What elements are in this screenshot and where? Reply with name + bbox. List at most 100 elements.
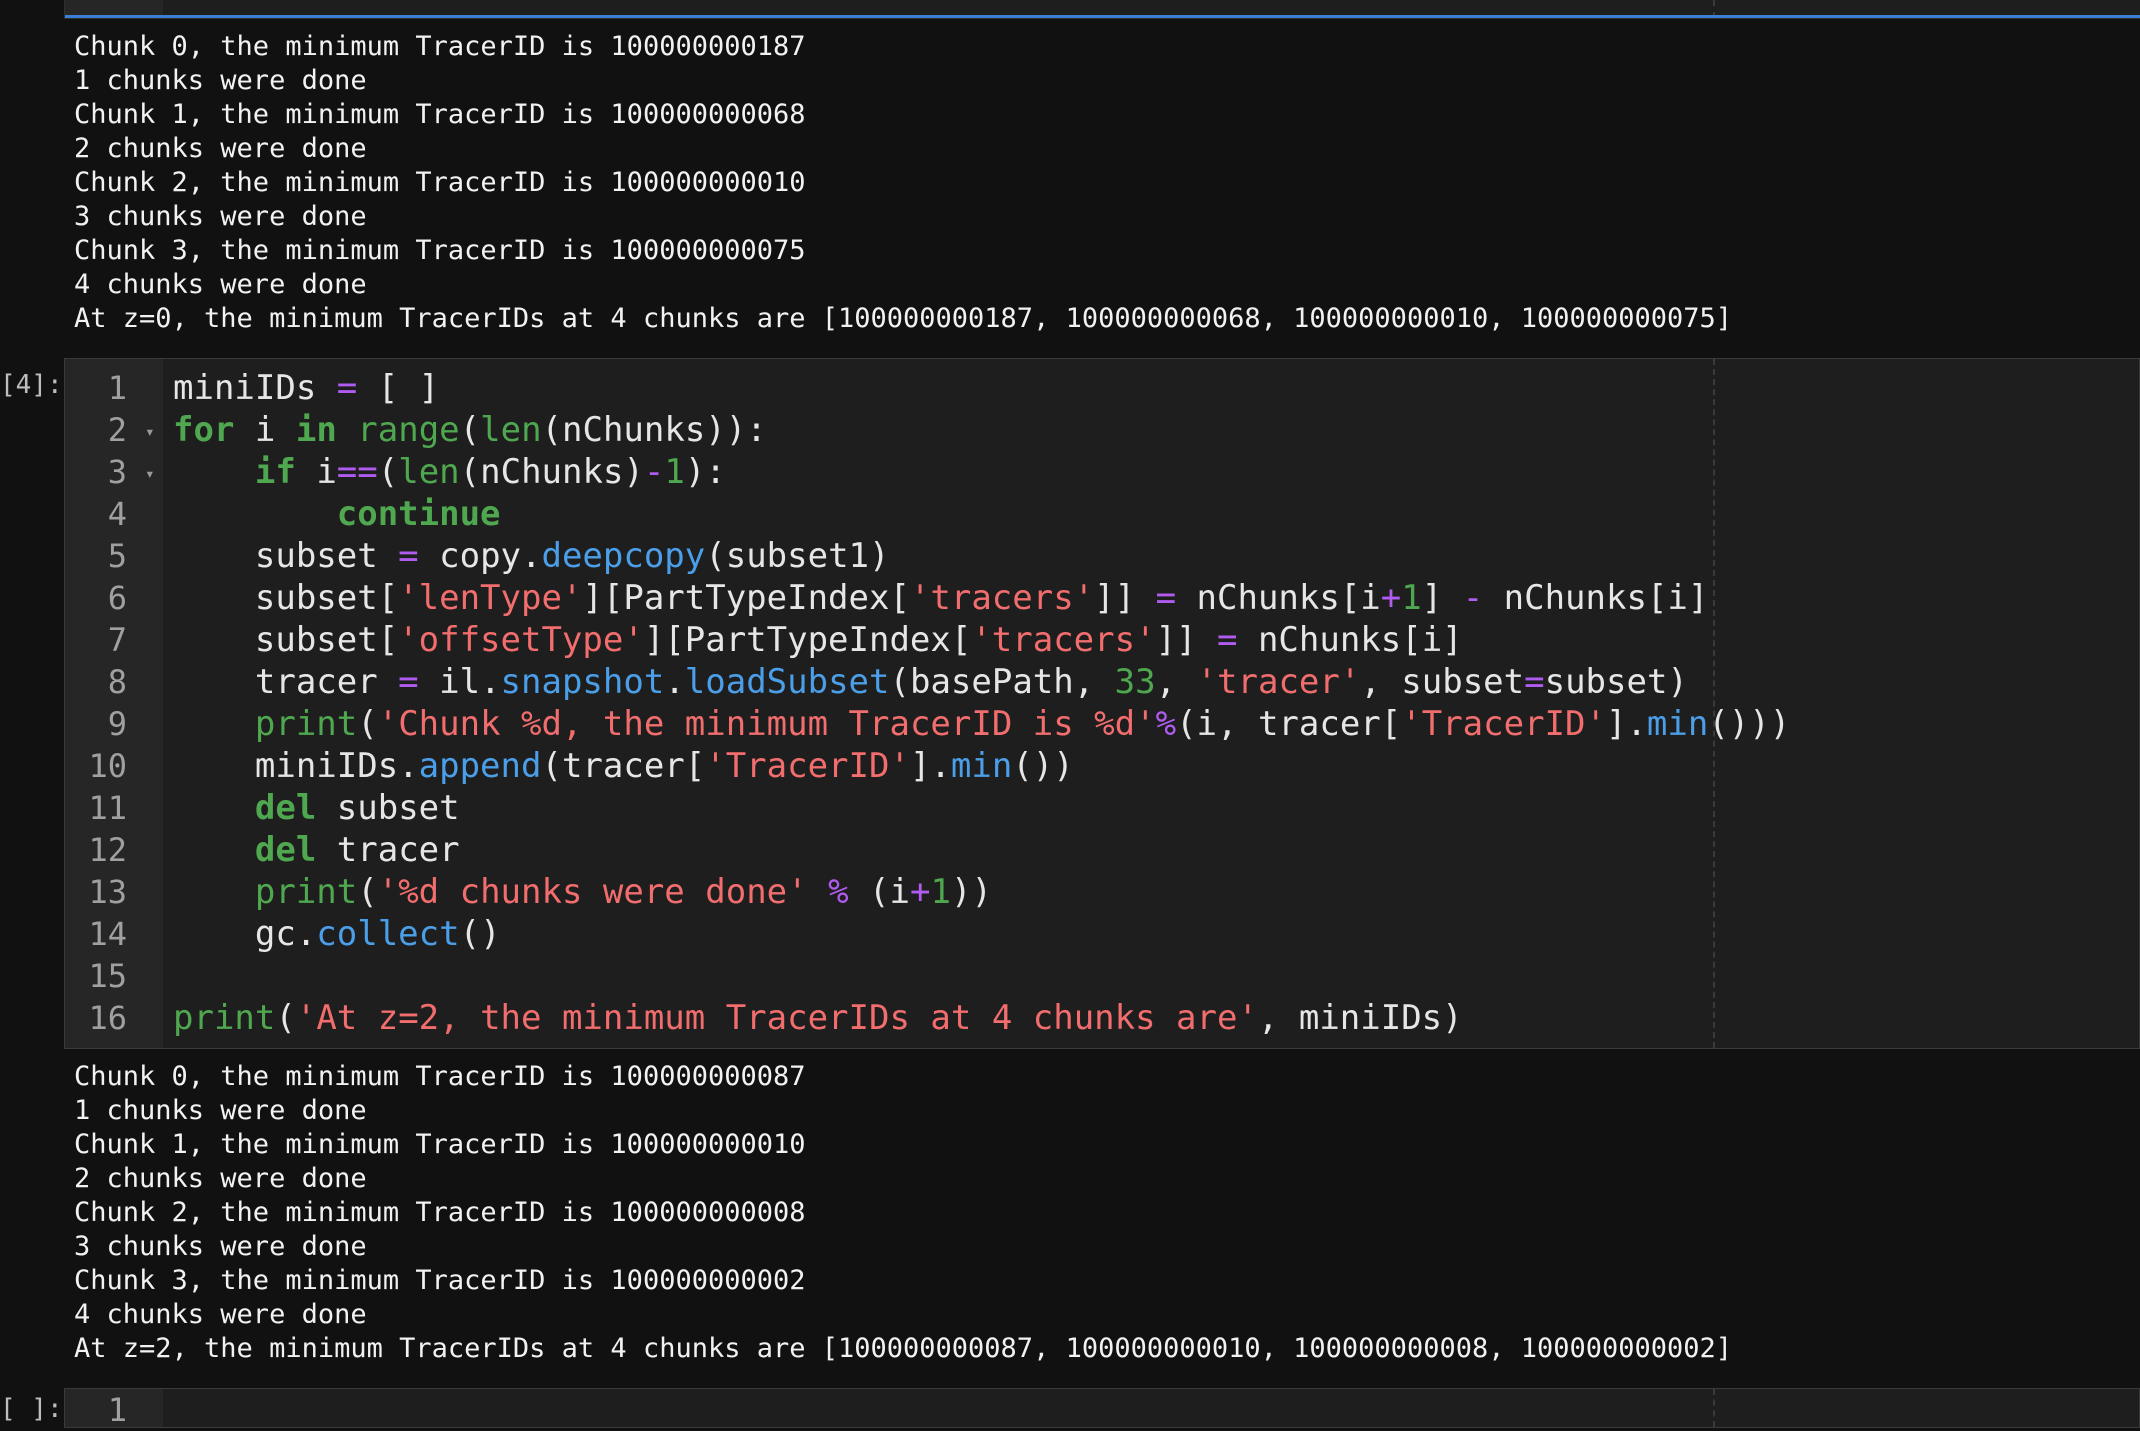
code-token: 'tracers' — [909, 578, 1095, 618]
output-line: 3 chunks were done — [74, 201, 367, 232]
code-token: )) — [950, 872, 992, 912]
output-line: At z=0, the minimum TracerIDs at 4 chunk… — [74, 303, 1733, 334]
code-token: subset — [316, 788, 460, 828]
code-token: (nChunks)): — [541, 410, 767, 450]
code-token: ]. — [1605, 704, 1647, 744]
empty-code-cell[interactable]: 1 — [64, 1388, 2140, 1429]
code-token: in — [295, 410, 337, 450]
code-token: 'tracer' — [1196, 662, 1361, 702]
code-token: ( — [357, 872, 378, 912]
code-token: ] — [1421, 578, 1463, 618]
output-line: Chunk 0, the minimum TracerID is 1000000… — [74, 31, 806, 62]
previous-code-cell[interactable] — [64, 0, 2140, 19]
output-line: Chunk 0, the minimum TracerID is 1000000… — [74, 1061, 806, 1092]
code-token: subset[ — [173, 620, 399, 660]
code-token: print — [254, 704, 358, 744]
code-token: 'offsetType' — [398, 620, 644, 660]
chevron-down-icon[interactable]: ▾ — [145, 453, 155, 495]
code-line[interactable]: del subset — [173, 787, 460, 829]
code-token: 1 — [1401, 578, 1422, 618]
code-token: il. — [418, 662, 501, 702]
cell-4-output: Chunk 0, the minimum TracerID is 1000000… — [74, 1060, 1732, 1366]
code-token: - — [1462, 578, 1484, 618]
code-token: = — [1216, 620, 1238, 660]
line-number-gutter: 1 — [65, 1389, 163, 1429]
code-line[interactable]: tracer = il.snapshot.loadSubset(basePath… — [173, 661, 1688, 703]
code-token: 33 — [1114, 662, 1156, 702]
output-line: Chunk 2, the minimum TracerID is 1000000… — [74, 1197, 806, 1228]
code-token: miniIDs — [173, 368, 337, 408]
line-number: 1 — [107, 369, 127, 407]
output-line: 3 chunks were done — [74, 1231, 367, 1262]
line-number: 10 — [88, 747, 127, 785]
code-token: range — [357, 410, 460, 450]
code-line[interactable]: print('%d chunks were done' % (i+1)) — [173, 871, 992, 913]
code-token: len — [398, 452, 460, 492]
code-token: (i, tracer[ — [1176, 704, 1402, 744]
code-token: del — [254, 830, 317, 870]
chevron-down-icon[interactable]: ▾ — [145, 411, 155, 453]
code-token: nChunks[i] — [1483, 578, 1709, 618]
code-token: + — [1380, 578, 1402, 618]
code-line[interactable]: subset = copy.deepcopy(subset1) — [173, 535, 890, 577]
code-token: del — [254, 788, 317, 828]
line-number: 8 — [107, 663, 127, 701]
code-token: 'TracerID' — [1401, 704, 1606, 744]
code-token: ]] — [1155, 620, 1217, 660]
code-line[interactable]: miniIDs = [ ] — [173, 367, 439, 409]
line-number: 15 — [88, 957, 127, 995]
output-line: 4 chunks were done — [74, 1299, 367, 1330]
output-line: 1 chunks were done — [74, 1095, 367, 1126]
code-token: ( — [275, 998, 296, 1038]
code-token: if — [254, 452, 296, 492]
line-number: 6 — [107, 579, 127, 617]
code-token: [ ] — [357, 368, 440, 408]
next-cell-prompt: [ ]: — [0, 1394, 63, 1424]
code-token: , — [1155, 662, 1197, 702]
code-token: ())) — [1708, 704, 1791, 744]
code-line[interactable]: subset['offsetType'][PartTypeIndex['trac… — [173, 619, 1463, 661]
code-token: = — [1155, 578, 1177, 618]
code-cell-4[interactable]: 1 2 ▾ 3 ▾ 4 5 6 7 8 9 10 11 12 13 14 15 16 miniIDs = [ ] f… — [64, 358, 2140, 1049]
line-number: 5 — [107, 537, 127, 575]
code-token: for — [173, 410, 235, 450]
code-token: = — [1524, 662, 1545, 702]
code-token: 1 — [930, 872, 951, 912]
code-token: ( — [377, 452, 399, 492]
code-line[interactable]: miniIDs.append(tracer['TracerID'].min()) — [173, 745, 1074, 787]
code-line[interactable]: for i in range(len(nChunks)): — [173, 409, 767, 451]
code-token: i — [295, 452, 337, 492]
active-cell-indicator — [65, 15, 2140, 18]
code-token: continue — [336, 494, 501, 534]
line-number: 4 — [107, 495, 127, 533]
code-line[interactable]: subset['lenType'][PartTypeIndex['tracers… — [173, 577, 1708, 619]
code-line[interactable]: gc.collect() — [173, 913, 501, 955]
code-token: subset) — [1544, 662, 1688, 702]
code-token: , subset — [1360, 662, 1525, 702]
code-token: 'TracerID' — [705, 746, 910, 786]
code-line[interactable]: print('Chunk %d, the minimum TracerID is… — [173, 703, 1790, 745]
previous-cell-output: Chunk 0, the minimum TracerID is 1000000… — [74, 30, 1732, 336]
line-number: 2 — [107, 411, 127, 449]
line-number: 16 — [88, 999, 127, 1037]
code-token: collect — [316, 914, 460, 954]
code-line[interactable]: del tracer — [173, 829, 460, 871]
code-token: snapshot — [500, 662, 665, 702]
code-token: ): — [684, 452, 726, 492]
code-line[interactable]: continue — [173, 493, 501, 535]
line-length-ruler — [1713, 1389, 1715, 1427]
code-line[interactable]: if i==(len(nChunks)-1): — [173, 451, 726, 493]
code-line[interactable]: print('At z=2, the minimum TracerIDs at … — [173, 997, 1463, 1039]
code-token: - — [643, 452, 665, 492]
code-token: min — [950, 746, 1013, 786]
code-token: = — [336, 368, 358, 408]
code-token: tracer — [316, 830, 460, 870]
code-token: len — [480, 410, 542, 450]
code-token: 1 — [664, 452, 685, 492]
code-token: % — [1155, 704, 1177, 744]
code-token: 'Chunk %d, the minimum TracerID is %d' — [377, 704, 1156, 744]
code-token: print — [173, 998, 276, 1038]
line-number: 1 — [107, 1391, 127, 1429]
